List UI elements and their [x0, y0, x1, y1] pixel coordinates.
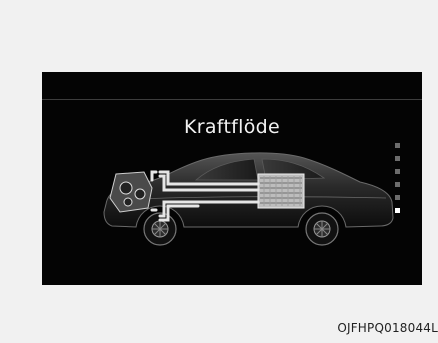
page-indicator-dot — [395, 169, 400, 174]
engine-icon — [109, 171, 153, 213]
front-wheel — [143, 212, 177, 246]
page-indicator-dot — [395, 182, 400, 187]
battery-icon — [257, 173, 305, 209]
page-indicator-dot — [395, 195, 400, 200]
display-screen: Kraftflöde — [42, 72, 422, 285]
page-indicator — [395, 141, 403, 221]
page-indicator-dot — [395, 156, 400, 161]
screen-title: Kraftflöde — [183, 116, 281, 138]
rear-wheel — [305, 212, 339, 246]
figure-caption: OJFHPQ018044L — [337, 321, 438, 335]
car-illustration — [103, 152, 394, 246]
page-indicator-dot — [395, 143, 400, 148]
status-bar — [42, 72, 422, 100]
page-indicator-dot-active — [395, 208, 400, 213]
